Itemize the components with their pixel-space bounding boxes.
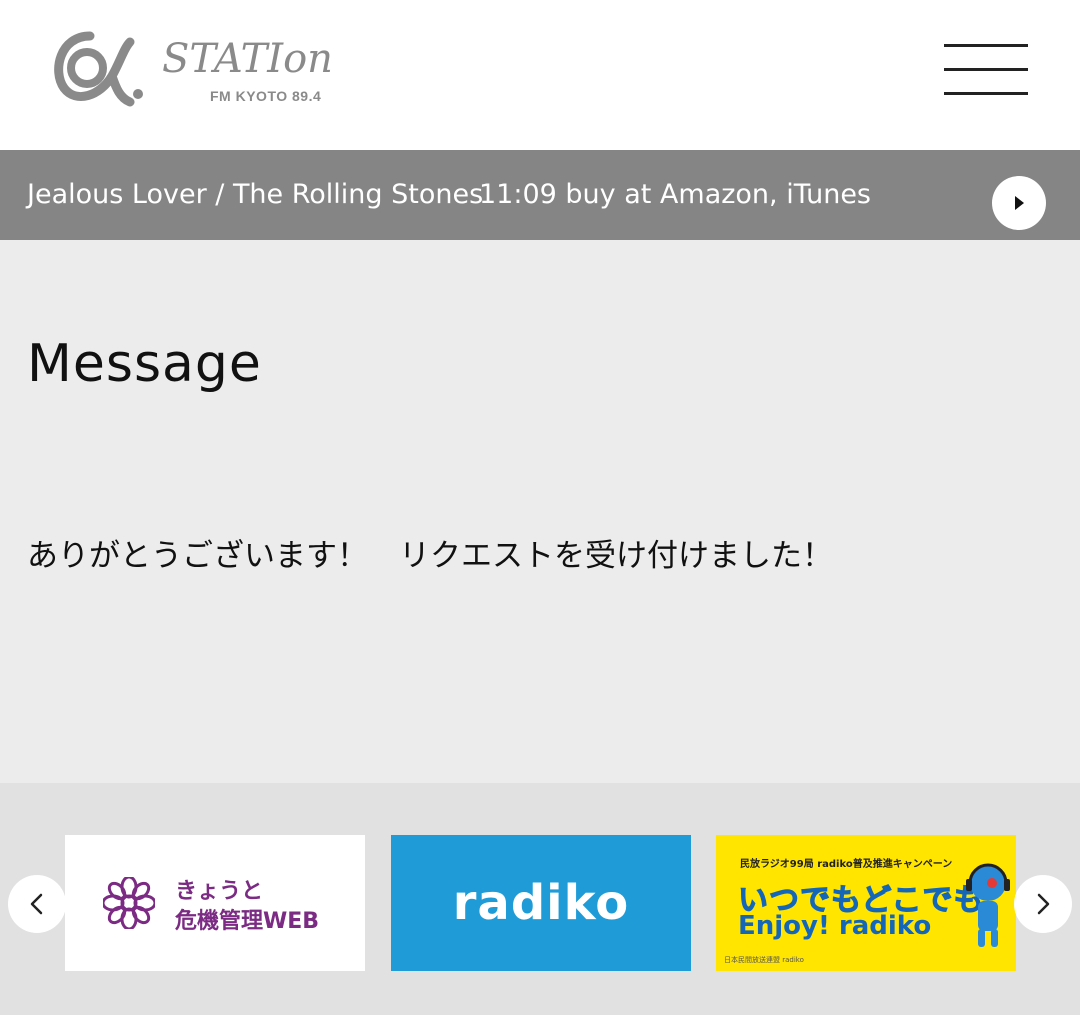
banner-radiko[interactable]: radiko (391, 835, 691, 971)
banner-kyoto-crisis-web[interactable]: きょうと 危機管理WEB (65, 835, 365, 971)
campaign-enjoy-text: Enjoy! radiko (738, 911, 932, 941)
svg-text:STATIon: STATIon (162, 36, 333, 82)
campaign-footer-text: 日本民間放送連盟 radiko (724, 956, 804, 964)
message-section: Message ありがとうございます！ リクエストを受け付けました！ (0, 240, 1080, 783)
confirmation-message: ありがとうございます！ リクエストを受け付けました！ (27, 538, 833, 574)
menu-line-icon (944, 92, 1028, 95)
radiko-character-icon (966, 863, 1010, 947)
banner-kyoto-line2: 危機管理WEB (175, 909, 320, 934)
now-playing-time-links[interactable]: 11:09 buy at Amazon, iTunes (479, 150, 871, 240)
radiko-logo-text: radiko (452, 875, 630, 931)
banner-kyoto-line1: きょうと (175, 879, 264, 904)
hamburger-menu-button[interactable] (940, 40, 1032, 102)
menu-line-icon (944, 68, 1028, 71)
page-title: Message (27, 334, 262, 394)
play-button[interactable] (992, 176, 1046, 230)
chevron-right-icon (1037, 893, 1050, 915)
play-icon (1015, 196, 1024, 210)
site-header: STATIon FM KYOTO 89.4 (0, 0, 1080, 150)
banner-carousel: きょうと 危機管理WEB radiko 民放ラジオ99局 radiko普及推進キ… (0, 783, 1080, 1015)
kyoto-flower-emblem-icon (103, 877, 155, 929)
carousel-prev-button[interactable] (8, 875, 66, 933)
carousel-next-button[interactable] (1014, 875, 1072, 933)
now-playing-bar: Jealous Lover / The Rolling Stones 11:09… (0, 150, 1080, 240)
station-logo[interactable]: STATIon FM KYOTO 89.4 (50, 26, 380, 110)
logo-subtitle: FM KYOTO 89.4 (210, 88, 322, 104)
campaign-top-text: 民放ラジオ99局 radiko普及推進キャンペーン (740, 859, 953, 870)
menu-line-icon (944, 44, 1028, 47)
banner-radiko-campaign[interactable]: 民放ラジオ99局 radiko普及推進キャンペーン いつでもどこでも Enjoy… (716, 835, 1016, 971)
now-playing-track: Jealous Lover / The Rolling Stones (27, 179, 484, 210)
chevron-left-icon (30, 893, 43, 915)
